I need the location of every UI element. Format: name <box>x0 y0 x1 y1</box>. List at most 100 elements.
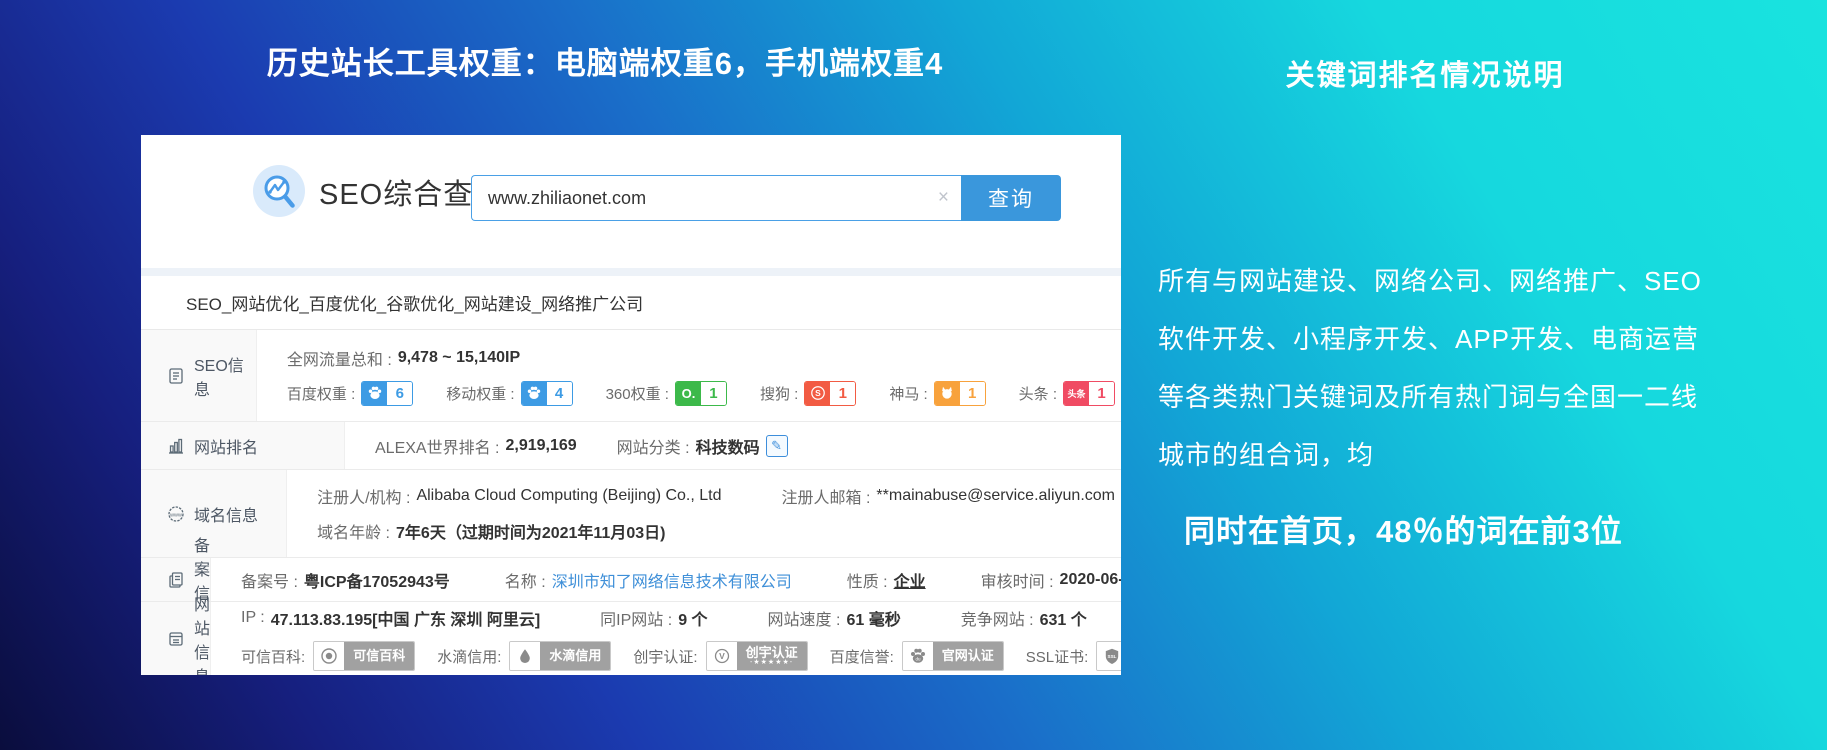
cert-item-baidu-reputation: 百度信誉: du 官网认证 <box>830 641 1004 671</box>
cert-label: 可信百科: <box>241 646 305 667</box>
cert-badge-text: 创宇认证 <box>746 646 798 660</box>
ip-label: IP : <box>241 609 265 627</box>
site-title-row: SEO_网站优化_百度优化_谷歌优化_网站建设_网络推广公司 <box>141 276 1121 330</box>
row-label-text: 网站信息 <box>194 591 210 676</box>
weight-label: 头条 : <box>1019 383 1057 404</box>
sogou-weight-item: 搜狗 : S 1 <box>760 381 856 406</box>
right-text-panel: 所有与网站建设、网络公司、网络推广、SEO 软件开发、小程序开发、APP开发、电… <box>1158 252 1798 551</box>
cert-badges-line: 可信百科: 可信百科 水滴信用: <box>241 641 1121 671</box>
mobile-weight-badge: 4 <box>521 381 573 406</box>
icp-number-value: 粤ICP备17052943号 <box>304 568 450 592</box>
registrant-label: 注册人/机构 : <box>317 484 410 508</box>
copy-document-icon <box>167 571 185 589</box>
header-divider <box>141 268 1121 276</box>
same-ip-label: 同IP网站 : <box>600 606 672 630</box>
icp-name-link[interactable]: 深圳市知了网络信息技术有限公司 <box>552 568 792 592</box>
weight-label: 神马 : <box>889 383 927 404</box>
weight-badges-line: 百度权重 : 6 移动权重 : <box>287 381 1115 406</box>
so360-icon: O. <box>676 382 701 405</box>
so360-weight-badge: O. 1 <box>675 381 727 406</box>
row-label-text: 网站排名 <box>194 434 258 458</box>
svg-text:V: V <box>719 651 725 661</box>
baidu-weight-badge: 6 <box>361 381 413 406</box>
cert-item-ssl: SSL证书: SSL 未启用 <box>1026 641 1121 671</box>
bar-chart-icon <box>167 437 185 455</box>
row-icp-info: 备案信息 备案号 : 粤ICP备17052943号 名称 : 深圳市知了网络信息… <box>141 558 1121 602</box>
email-value: **mainabuse@service.aliyun.com <box>876 487 1115 505</box>
weight-value: 6 <box>387 382 412 405</box>
same-ip-value: 9 个 <box>678 606 707 630</box>
row-label-text: SEO信息 <box>194 352 256 400</box>
clear-icon[interactable]: × <box>938 186 949 210</box>
baidu-official-badge: du 官网认证 <box>902 641 1004 671</box>
row-content-site: IP : 47.113.83.195[中国 广东 深圳 阿里云] 同IP网站 :… <box>211 602 1121 675</box>
icp-audit-label: 审核时间 : <box>981 568 1054 592</box>
competitor-label: 竞争网站 : <box>961 606 1034 630</box>
row-label-rank: 网站排名 <box>141 422 345 469</box>
icp-name-label: 名称 : <box>505 568 546 592</box>
so360-weight-item: 360权重 : O. 1 <box>606 381 727 406</box>
shenma-weight-badge: 1 <box>934 381 986 406</box>
search-bar: × 查询 <box>471 175 1061 221</box>
competitor-value: 631 个 <box>1040 606 1087 630</box>
right-text-line: 等各类热门关键词及所有热门词与全国一二线 <box>1158 368 1798 426</box>
cert-badge-text: 可信百科 <box>353 649 405 663</box>
row-content-rank: ALEXA世界排名 : 2,919,169 网站分类 : 科技数码 ✎ <box>345 422 1121 469</box>
toutiao-weight-item: 头条 : 头条 1 <box>1019 381 1115 406</box>
cert-label: SSL证书: <box>1026 646 1089 667</box>
page: 历史站长工具权重：电脑端权重6，手机端权重4 关键词排名情况说明 SEO综合查询… <box>0 0 1827 750</box>
card-header: SEO综合查询 × 查询 <box>141 135 1121 268</box>
toutiao-weight-badge: 头条 1 <box>1063 381 1115 406</box>
seo-query-logo-icon <box>253 165 305 217</box>
baidu-paw-icon <box>362 382 387 405</box>
cert-badge-sub: -★★★★★- <box>750 659 793 666</box>
shenma-weight-item: 神马 : 1 <box>889 381 985 406</box>
baidu-paw-icon <box>522 382 547 405</box>
kexin-baike-badge: 可信百科 <box>313 641 415 671</box>
banner-left-title: 历史站长工具权重：电脑端权重6，手机端权重4 <box>140 38 1070 83</box>
row-content-icp: 备案号 : 粤ICP备17052943号 名称 : 深圳市知了网络信息技术有限公… <box>211 558 1121 601</box>
svg-text:S: S <box>815 388 821 398</box>
cert-badge-text: 官网认证 <box>942 649 994 663</box>
v-cert-icon: V <box>707 642 737 670</box>
row-label-domain: www 域名信息 <box>141 470 287 557</box>
traffic-value: 9,478 ~ 15,140IP <box>398 349 520 367</box>
traffic-label: 全网流量总和 : <box>287 346 392 370</box>
query-button[interactable]: 查询 <box>961 175 1061 221</box>
kexin-baike-icon <box>314 642 344 670</box>
search-input[interactable] <box>471 175 961 221</box>
weight-label: 移动权重 : <box>446 383 514 404</box>
domain-age-value: 7年6天（过期时间为2021年11月03日) <box>396 519 665 543</box>
registrant-value: Alibaba Cloud Computing (Beijing) Co., L… <box>416 487 721 505</box>
edit-category-icon[interactable]: ✎ <box>766 435 788 457</box>
weight-label: 搜狗 : <box>760 383 798 404</box>
right-text-line: 软件开发、小程序开发、APP开发、电商运营 <box>1158 310 1798 368</box>
icp-nature-label: 性质 : <box>847 568 888 592</box>
shuidi-credit-badge: 水滴信用 <box>509 641 611 671</box>
weight-label: 360权重 : <box>606 383 669 404</box>
speed-value: 61 毫秒 <box>846 606 900 630</box>
seo-query-card: SEO综合查询 × 查询 SEO_网站优化_百度优化_谷歌优化_网站建设_网络推… <box>141 135 1121 675</box>
right-text-line: 城市的组合词，均 <box>1158 426 1798 484</box>
speed-label: 网站速度 : <box>768 606 841 630</box>
cert-badge-text: 水滴信用 <box>549 649 601 663</box>
chuangyu-cert-badge: V 创宇认证-★★★★★- <box>706 641 808 671</box>
icp-number-label: 备案号 : <box>241 568 298 592</box>
water-drop-icon <box>510 642 540 670</box>
cert-item-chuangyu: 创宇认证: V 创宇认证-★★★★★- <box>633 641 807 671</box>
weight-value: 1 <box>701 382 726 405</box>
row-label-seo: SEO信息 <box>141 330 257 421</box>
list-icon <box>167 630 185 648</box>
domain-age-label: 域名年龄 : <box>317 519 390 543</box>
sogou-icon: S <box>805 382 830 405</box>
row-seo-info: SEO信息 全网流量总和 : 9,478 ~ 15,140IP 百度权重 : <box>141 330 1121 422</box>
right-text-line: 所有与网站建设、网络公司、网络推广、SEO <box>1158 252 1798 310</box>
weight-value: 4 <box>547 382 572 405</box>
weight-label: 百度权重 : <box>287 383 355 404</box>
row-site-info: 网站信息 IP : 47.113.83.195[中国 广东 深圳 阿里云] 同I… <box>141 602 1121 675</box>
ssl-cert-badge: SSL 未启用 <box>1096 641 1121 671</box>
row-domain-info: www 域名信息 注册人/机构 : Alibaba Cloud Computin… <box>141 470 1121 558</box>
mobile-weight-item: 移动权重 : 4 <box>446 381 572 406</box>
document-icon <box>167 367 185 385</box>
ssl-shield-icon: SSL <box>1097 642 1121 670</box>
